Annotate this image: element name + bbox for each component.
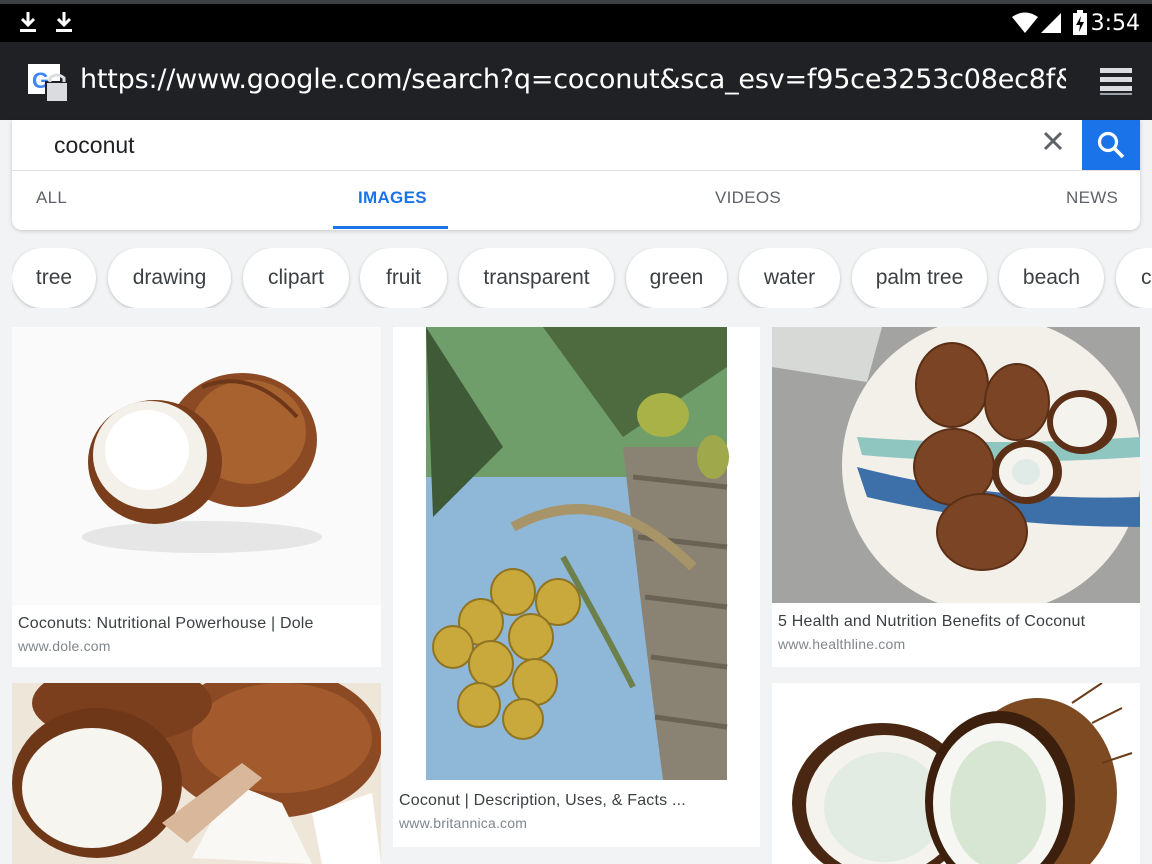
active-tab-indicator <box>333 226 448 229</box>
tab-news[interactable]: NEWS <box>1066 188 1118 208</box>
result-image <box>772 683 1140 864</box>
chip-beach[interactable]: beach <box>999 248 1104 308</box>
signal-icon <box>1041 13 1061 33</box>
result-image <box>12 683 381 864</box>
chip-water[interactable]: water <box>739 248 840 308</box>
search-button[interactable] <box>1082 120 1140 170</box>
battery-charging-icon <box>1073 10 1087 35</box>
status-bar: 3:54 <box>0 0 1152 42</box>
search-input[interactable] <box>54 132 954 159</box>
chip-fruit[interactable]: fruit <box>360 248 447 308</box>
download-icon <box>20 12 36 32</box>
chip-transparent[interactable]: transparent <box>459 248 614 308</box>
result-title[interactable]: Coconuts: Nutritional Powerhouse | Dole <box>18 615 314 633</box>
close-icon[interactable] <box>1042 130 1064 152</box>
result-image <box>393 327 760 780</box>
address-bar[interactable]: https://www.google.com/search?q=coconut&… <box>80 64 1066 95</box>
tabs-icon[interactable] <box>1098 66 1134 96</box>
related-searches-chips: tree drawing clipart fruit transparent g… <box>12 248 1152 308</box>
google-favicon[interactable]: G <box>28 64 68 102</box>
tab-images[interactable]: IMAGES <box>358 188 427 208</box>
result-image <box>772 327 1140 603</box>
search-icon <box>1097 131 1125 159</box>
image-result[interactable] <box>12 683 381 864</box>
coconuts-plate-image <box>772 327 1140 603</box>
result-title[interactable]: Coconut | Description, Uses, & Facts ... <box>399 792 686 810</box>
chip-tree[interactable]: tree <box>12 248 96 308</box>
chip-partial[interactable]: c <box>1116 248 1152 308</box>
coconut-halves-image <box>772 683 1140 864</box>
tab-videos[interactable]: VIDEOS <box>715 188 781 208</box>
download-icon <box>56 12 72 32</box>
chip-clipart[interactable]: clipart <box>243 248 349 308</box>
wifi-icon <box>1012 12 1038 33</box>
result-source: www.healthline.com <box>778 636 906 652</box>
image-result[interactable]: Coconuts: Nutritional Powerhouse | Dole … <box>12 327 381 667</box>
image-result[interactable]: 5 Health and Nutrition Benefits of Cocon… <box>772 327 1140 667</box>
chip-palm-tree[interactable]: palm tree <box>852 248 987 308</box>
coconut-pieces-image <box>12 683 381 864</box>
image-result[interactable]: Coconut | Description, Uses, & Facts ...… <box>393 327 760 847</box>
search-card: ALL IMAGES VIDEOS NEWS <box>12 120 1140 230</box>
tab-all[interactable]: ALL <box>36 188 67 208</box>
result-source: www.dole.com <box>18 638 111 654</box>
status-time: 3:54 <box>1090 11 1140 36</box>
status-bar-edge <box>0 0 1152 4</box>
divider <box>12 170 1140 171</box>
result-title[interactable]: 5 Health and Nutrition Benefits of Cocon… <box>778 613 1085 631</box>
result-source: www.britannica.com <box>399 815 528 831</box>
coconut-half-image <box>82 373 322 553</box>
image-result[interactable] <box>772 683 1140 864</box>
chip-green[interactable]: green <box>626 248 727 308</box>
palm-tree-image <box>426 327 729 780</box>
browser-toolbar: G https://www.google.com/search?q=coconu… <box>0 42 1152 120</box>
chip-drawing[interactable]: drawing <box>108 248 231 308</box>
result-image <box>12 327 381 605</box>
